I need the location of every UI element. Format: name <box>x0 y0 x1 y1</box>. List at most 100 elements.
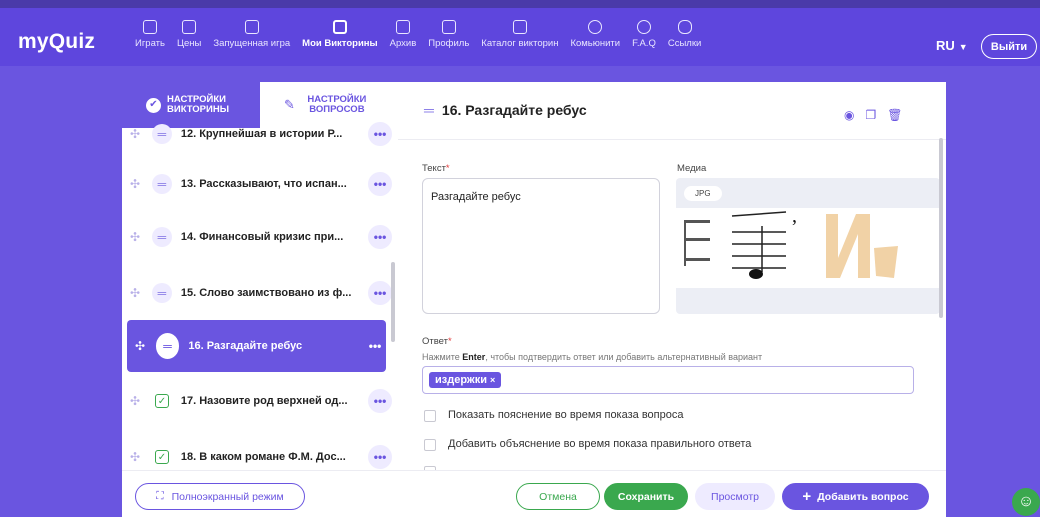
checkbox-type-icon: ✓ <box>154 450 169 464</box>
profile-icon <box>441 20 456 34</box>
nav-my-quizzes[interactable]: Мои Викторины <box>296 20 383 49</box>
question-item[interactable]: ✣ ✓ 18. В каком романе Ф.М. Дос... ••• <box>122 432 392 470</box>
more-icon[interactable]: ••• <box>368 389 392 413</box>
price-icon <box>182 20 197 34</box>
caret-down-icon: ▼ <box>958 42 968 52</box>
required-mark: * <box>445 163 450 174</box>
support-chat-icon[interactable]: ☺ <box>1012 488 1040 516</box>
answer-chip[interactable]: издержки × <box>429 372 502 388</box>
nav-profile[interactable]: Профиль <box>422 20 475 49</box>
hint-text: Нажмите <box>422 352 460 362</box>
more-icon[interactable]: ••• <box>368 225 393 249</box>
link-icon <box>677 20 692 34</box>
text-type-icon: ═ <box>151 283 172 303</box>
nav-catalog[interactable]: Каталог викторин <box>475 20 564 49</box>
nav-links[interactable]: Ссылки <box>662 20 707 49</box>
hint-key: Enter <box>462 352 486 362</box>
answer-hint: Нажмите Enter, чтобы подтвердить ответ и… <box>422 352 762 362</box>
add-question-button[interactable]: + Добавить вопрос <box>782 483 929 510</box>
logout-button[interactable]: Выйти <box>981 34 1037 59</box>
plus-icon: + <box>802 488 812 505</box>
nav-prices[interactable]: Цены <box>171 20 207 49</box>
fullscreen-button[interactable]: ⛶ Полноэкранный режим <box>135 483 305 510</box>
more-icon[interactable]: ••• <box>368 122 393 146</box>
hint-text: , чтобы подтвердить ответ или добавить а… <box>485 352 763 362</box>
gamepad-icon <box>142 20 157 34</box>
catalog-icon <box>512 20 527 34</box>
add-explanation-label: Добавить объяснение во время показа прав… <box>448 438 752 450</box>
question-text-input[interactable]: Разгадайте ребус <box>422 178 660 314</box>
question-title: 12. Крупнейшая в истории Р... <box>180 128 343 140</box>
star-icon <box>588 20 603 34</box>
list-scrollbar[interactable] <box>391 262 395 342</box>
chip-text: издержки <box>435 374 487 386</box>
question-item[interactable]: ✣ ✓ 17. Назовите род верхней од... ••• <box>122 376 392 426</box>
editor-scrollbar[interactable] <box>939 138 943 318</box>
bottom-action-bar: ⛶ Полноэкранный режим Отмена Сохранить Пр… <box>122 470 946 517</box>
question-title: 15. Слово заимствовано из ф... <box>180 287 352 299</box>
nav-label: F.A.Q <box>632 38 656 49</box>
more-icon[interactable]: ••• <box>368 172 393 196</box>
nav-label: Комьюнити <box>570 38 621 49</box>
text-type-icon: ═ <box>151 124 172 144</box>
answer-label: Ответ* <box>422 336 452 347</box>
close-icon[interactable]: × <box>490 375 495 385</box>
fullscreen-icon: ⛶ <box>156 490 164 502</box>
text-type-icon: ═ <box>151 174 172 194</box>
drag-handle-icon[interactable]: ✣ <box>130 230 144 244</box>
label-text: Текст <box>422 163 446 174</box>
nav-archive[interactable]: Архив <box>384 20 423 49</box>
trash-icon[interactable]: 🗑 <box>887 108 902 122</box>
questions-panel: ✔ НАСТРОЙКИ ВИКТОРИНЫ ✎ НАСТРОЙКИ ВОПРОС… <box>122 82 398 470</box>
save-button[interactable]: Сохранить <box>604 483 688 510</box>
question-heading-text: 16. Разгадайте ребус <box>441 102 587 118</box>
drag-handle-icon[interactable]: ✣ <box>130 127 144 141</box>
nav-running-game[interactable]: Запущенная игра <box>207 20 296 49</box>
question-item[interactable]: ✣ ═ 12. Крупнейшая в истории Р... ••• <box>122 109 393 159</box>
editor-actions: ◉ ❐ 🗑 <box>844 108 902 122</box>
rocket-icon <box>244 20 259 34</box>
media-preview[interactable]: JPG , <box>676 178 940 314</box>
question-title: 16. Разгадайте ребус <box>188 340 303 352</box>
language-label: RU <box>936 38 955 53</box>
nav-faq[interactable]: F.A.Q <box>626 20 662 49</box>
show-explanation-checkbox[interactable] <box>424 410 436 422</box>
eye-icon[interactable]: ◉ <box>844 108 854 122</box>
question-item-selected[interactable]: ✣ ═ 16. Разгадайте ребус ••• <box>127 320 386 372</box>
question-item[interactable]: ✣ ═ 15. Слово заимствовано из ф... ••• <box>122 268 393 318</box>
question-title: 18. В каком романе Ф.М. Дос... <box>180 451 346 463</box>
drag-handle-icon[interactable]: ✣ <box>130 286 144 300</box>
drag-handle-icon[interactable]: ✣ <box>130 394 144 408</box>
media-type-badge: JPG <box>684 186 722 201</box>
question-item[interactable]: ✣ ═ 14. Финансовый кризис при... ••• <box>122 212 393 262</box>
question-item[interactable]: ✣ ═ 13. Рассказывают, что испан... ••• <box>122 159 393 209</box>
nav-label: Профиль <box>428 38 470 49</box>
answer-input[interactable]: издержки × <box>422 366 914 394</box>
help-icon <box>636 20 651 34</box>
editor-header: ═ 16. Разгадайте ребус ◉ ❐ 🗑 <box>398 82 946 140</box>
app-logo[interactable]: myQuiz <box>18 30 95 54</box>
question-heading: ═ 16. Разгадайте ребус <box>424 102 587 118</box>
more-icon[interactable]: ••• <box>364 334 386 358</box>
nav-community[interactable]: Комьюнити <box>564 20 626 49</box>
main-nav: Играть Цены Запущенная игра Мои Викторин… <box>129 20 707 49</box>
drag-handle-icon[interactable]: ✣ <box>135 339 148 353</box>
nav-label: Ссылки <box>667 38 702 49</box>
cancel-button[interactable]: Отмена <box>516 483 600 510</box>
question-title: 14. Финансовый кризис при... <box>180 231 344 243</box>
media-label: Медиа <box>677 163 707 174</box>
nav-play[interactable]: Играть <box>129 20 171 49</box>
rebus-image: , <box>676 208 940 288</box>
button-label: Добавить вопрос <box>817 490 909 503</box>
add-explanation-checkbox[interactable] <box>424 439 436 451</box>
question-editor: ═ 16. Разгадайте ребус ◉ ❐ 🗑 Текст* Разга… <box>398 82 946 470</box>
language-select[interactable]: RU ▼ <box>936 38 968 53</box>
required-mark: * <box>448 336 452 347</box>
copy-icon[interactable]: ❐ <box>865 108 876 122</box>
preview-button[interactable]: Просмотр <box>695 483 775 510</box>
more-icon[interactable]: ••• <box>368 281 393 305</box>
drag-handle-icon[interactable]: ✣ <box>130 450 144 464</box>
button-label: Полноэкранный режим <box>171 490 284 503</box>
drag-handle-icon[interactable]: ✣ <box>130 177 144 191</box>
more-icon[interactable]: ••• <box>368 445 392 469</box>
